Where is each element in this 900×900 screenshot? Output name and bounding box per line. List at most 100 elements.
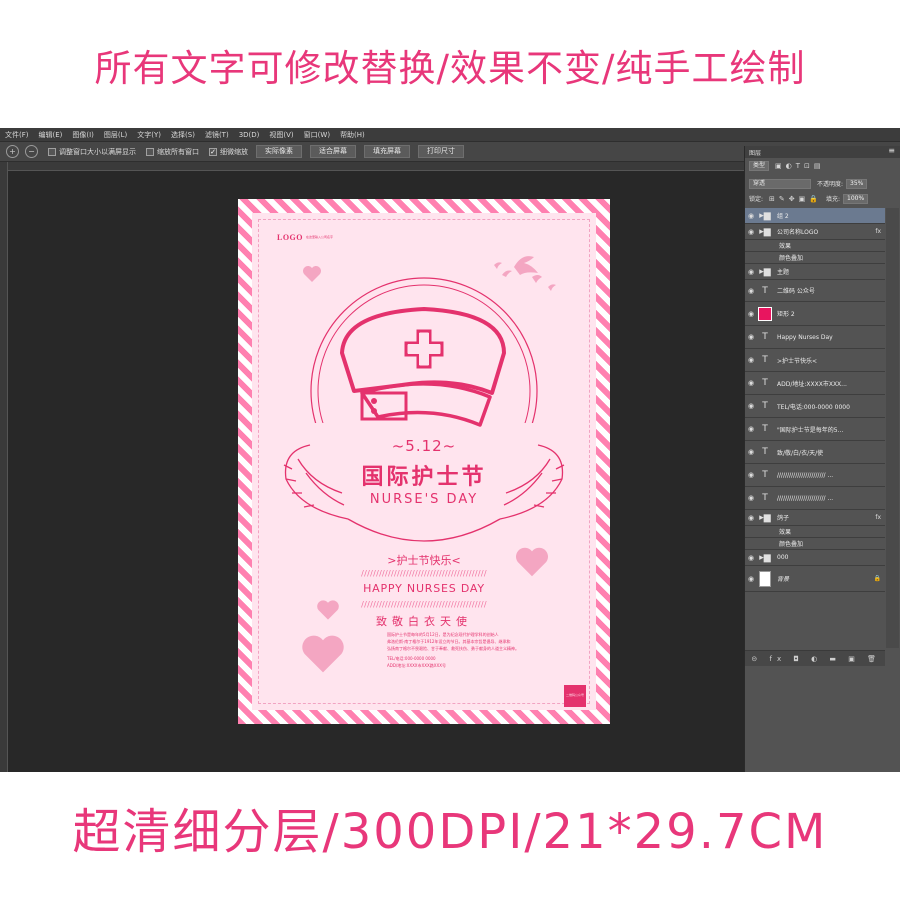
layer-row[interactable]: ◉ T //////////////////////// ... [745,487,885,510]
visibility-eye-icon[interactable]: ◉ [745,268,757,276]
filter-kind-select[interactable]: 类型 [749,161,770,171]
zoom-in-icon[interactable]: + [6,145,19,158]
text-layer-icon: T [762,355,768,365]
fill-screen-button[interactable]: 填充屏幕 [364,145,410,158]
fx-icon[interactable]: fx [875,514,881,521]
background-thumbnail [759,570,771,587]
visibility-eye-icon[interactable]: ◉ [745,425,757,433]
poster-artboard[interactable]: LOGO 在这里输入公司名字 ~5.12~ 国际护士节 NURSE'S DAY … [238,199,610,724]
poster-description-line: 弘扬南丁格尔不畏艰险、甘于奉献、救死扶伤、勇于献身的人道主义精神。 [387,646,519,651]
visibility-eye-icon[interactable]: ◉ [745,448,757,456]
poster-address: ADD/地址:XXXX市XXX路XXX号 [387,663,446,668]
layer-name: 二维码 公众号 [777,288,815,295]
layer-effect-row[interactable]: 效果 [745,526,885,538]
folder-icon: ▸▆ [759,552,771,563]
layer-row[interactable]: ◉ T TEL/电话:000-0000 0000 [745,395,885,418]
layer-row[interactable]: ◉ T //////////////////////// ... [745,464,885,487]
zoom-out-icon[interactable]: − [25,145,38,158]
visibility-eye-icon[interactable]: ◉ [745,471,757,479]
menu-window[interactable]: 窗口(W) [299,130,335,140]
layer-effect-row[interactable]: 效果 [745,240,885,252]
blend-mode-select[interactable]: 穿透 [749,178,811,189]
layer-list: ◉ ▸▆ 组 2 ◉ ▸▆ 公司名称LOGO fx 效果 颜色叠加 ◉ ▸▆ 主… [745,208,885,648]
menu-filter[interactable]: 滤镜(T) [200,130,234,140]
layer-row[interactable]: ◉ T 二维码 公众号 [745,280,885,302]
layers-panel-header: 图层 ≡ [745,146,900,158]
menu-image[interactable]: 图像(I) [67,130,99,140]
poster-logo-subtitle: 在这里输入公司名字 [306,235,334,239]
layer-effect-row[interactable]: 颜色叠加 [745,538,885,550]
text-layer-icon: T [762,470,768,480]
fit-screen-button[interactable]: 适合屏幕 [310,145,356,158]
visibility-eye-icon[interactable]: ◉ [745,228,757,236]
layer-row[interactable]: ◉ T 致/敬/白/衣/天/使 [745,441,885,464]
layers-footer-icons[interactable]: ⊝ fx ◘ ◐ ▬ ▣ 🗑 [745,650,885,666]
menu-3d[interactable]: 3D(D) [234,131,265,139]
fx-icon[interactable]: fx [875,228,881,235]
layers-panel: 图层 ≡ 类型 ▣◐T⊡▤ 穿透 不透明度: 35% 锁定: ⊞✎✥▣🔒 填充:… [744,146,900,772]
visibility-eye-icon[interactable]: ◉ [745,379,757,387]
filter-icons[interactable]: ▣◐T⊡▤ [775,162,824,170]
top-promo-banner: 所有文字可修改替换/效果不变/纯手工绘制 [94,47,806,90]
opacity-label: 不透明度: [817,181,844,188]
lock-icons[interactable]: ⊞✎✥▣🔒 [769,195,822,203]
visibility-eye-icon[interactable]: ◉ [745,212,757,220]
layer-name: Happy Nurses Day [777,333,833,341]
actual-pixels-button[interactable]: 实际像素 [256,145,302,158]
visibility-eye-icon[interactable]: ◉ [745,494,757,502]
checkbox-box [48,147,56,156]
poster-logo: LOGO [277,233,304,242]
menu-view[interactable]: 视图(V) [264,130,298,140]
visibility-eye-icon[interactable]: ◉ [745,333,757,341]
layer-row[interactable]: ◉ ▸▆ 000 [745,550,885,566]
scrubby-zoom-checkbox[interactable]: ✓ 细微缩放 [209,147,248,157]
layer-effect-row[interactable]: 颜色叠加 [745,252,885,264]
visibility-eye-icon[interactable]: ◉ [745,575,757,583]
fill-label: 填充: [825,196,840,203]
visibility-eye-icon[interactable]: ◉ [745,554,757,562]
layer-row[interactable]: ◉ ▸▆ 公司名称LOGO fx [745,224,885,240]
text-layer-icon: T [762,447,768,457]
zoom-all-windows-checkbox[interactable]: 缩放所有窗口 [146,147,199,157]
resize-windows-checkbox[interactable]: 调整窗口大小以满屏显示 [48,147,136,157]
opacity-input[interactable]: 35% [846,178,868,189]
layers-scrollbar[interactable] [886,208,899,648]
visibility-eye-icon[interactable]: ◉ [745,514,757,522]
fill-input[interactable]: 100% [843,193,869,204]
visibility-eye-icon[interactable]: ◉ [745,402,757,410]
layer-row[interactable]: ◉ ▸▆ 组 2 [745,208,885,224]
text-layer-icon: T [762,401,768,411]
visibility-eye-icon[interactable]: ◉ [745,287,757,295]
layer-row[interactable]: ◉ T ADD/地址:XXXX市XXX... [745,372,885,395]
layer-row[interactable]: ◉ T >护士节快乐< [745,349,885,372]
visibility-eye-icon[interactable]: ◉ [745,310,757,318]
menu-layer[interactable]: 图层(L) [99,130,132,140]
text-layer-icon: T [762,378,768,388]
folder-icon: ▸▆ [759,266,771,277]
panel-menu-icon[interactable]: ≡ [888,146,895,155]
visibility-eye-icon[interactable]: ◉ [745,356,757,364]
layer-row[interactable]: ◉ ▸▆ 鸽子 fx [745,510,885,526]
layer-row[interactable]: ◉ ▸▆ 主题 [745,264,885,280]
layer-row[interactable]: ◉ T Happy Nurses Day [745,326,885,349]
layer-name: 主题 [777,269,790,276]
poster-title-en: NURSE'S DAY [369,492,479,507]
layer-row[interactable]: ◉ 矩形 2 [745,302,885,326]
layer-row[interactable]: ◉ 背景 🔒 [745,566,885,592]
print-size-button[interactable]: 打印尺寸 [418,145,464,158]
nurse-emblem: ~5.12~ 国际护士节 NURSE'S DAY [282,273,566,548]
text-layer-icon: T [762,332,768,342]
menu-file[interactable]: 文件(F) [0,130,34,140]
heart-icon [302,635,344,673]
folder-icon: ▸▆ [759,210,771,221]
menu-type[interactable]: 文字(Y) [132,130,166,140]
layer-filter-row: 类型 ▣◐T⊡▤ [745,159,900,173]
poster-title-cn: 国际护士节 [361,465,487,490]
menu-select[interactable]: 选择(S) [166,130,200,140]
menu-edit[interactable]: 编辑(E) [34,130,68,140]
layer-name: "国际护士节是每年的5... [777,426,844,434]
layer-row[interactable]: ◉ T "国际护士节是每年的5... [745,418,885,441]
menu-help[interactable]: 帮助(H) [335,130,370,140]
layer-name: //////////////////////// ... [777,494,834,502]
layer-name: 颜色叠加 [779,541,804,548]
